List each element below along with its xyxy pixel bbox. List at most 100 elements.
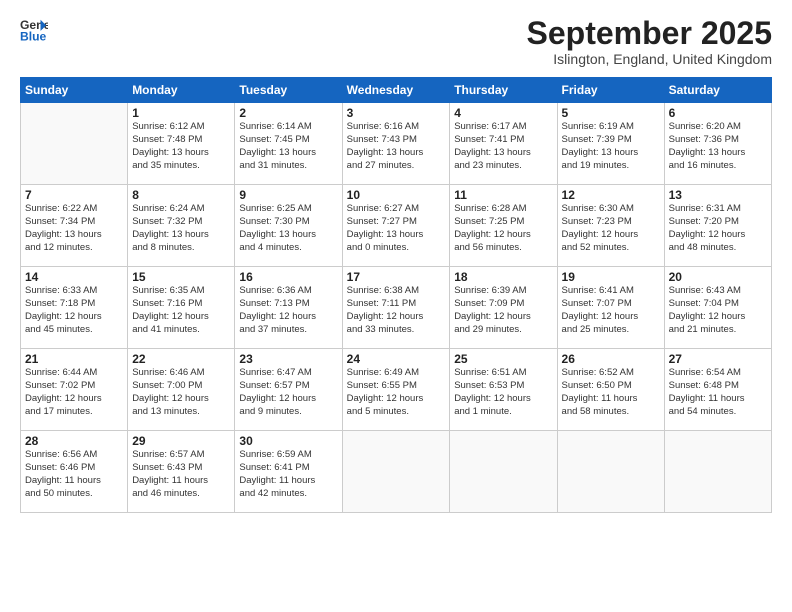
- logo: General Blue: [20, 16, 48, 44]
- day-info: Sunrise: 6:59 AM Sunset: 6:41 PM Dayligh…: [239, 449, 337, 500]
- day-number: 2: [239, 106, 337, 120]
- day-number: 3: [347, 106, 446, 120]
- table-row: 19Sunrise: 6:41 AM Sunset: 7:07 PM Dayli…: [557, 267, 664, 349]
- day-number: 10: [347, 188, 446, 202]
- day-info: Sunrise: 6:47 AM Sunset: 6:57 PM Dayligh…: [239, 367, 337, 418]
- calendar-header-row: Sunday Monday Tuesday Wednesday Thursday…: [21, 78, 772, 103]
- calendar-table: Sunday Monday Tuesday Wednesday Thursday…: [20, 77, 772, 513]
- day-info: Sunrise: 6:57 AM Sunset: 6:43 PM Dayligh…: [132, 449, 230, 500]
- day-info: Sunrise: 6:43 AM Sunset: 7:04 PM Dayligh…: [669, 285, 767, 336]
- day-number: 7: [25, 188, 123, 202]
- day-number: 1: [132, 106, 230, 120]
- calendar-week-4: 21Sunrise: 6:44 AM Sunset: 7:02 PM Dayli…: [21, 349, 772, 431]
- day-number: 28: [25, 434, 123, 448]
- day-number: 8: [132, 188, 230, 202]
- table-row: [21, 103, 128, 185]
- calendar-week-1: 1Sunrise: 6:12 AM Sunset: 7:48 PM Daylig…: [21, 103, 772, 185]
- table-row: 25Sunrise: 6:51 AM Sunset: 6:53 PM Dayli…: [450, 349, 557, 431]
- day-info: Sunrise: 6:24 AM Sunset: 7:32 PM Dayligh…: [132, 203, 230, 254]
- day-number: 19: [562, 270, 660, 284]
- day-number: 18: [454, 270, 552, 284]
- day-info: Sunrise: 6:30 AM Sunset: 7:23 PM Dayligh…: [562, 203, 660, 254]
- table-row: 22Sunrise: 6:46 AM Sunset: 7:00 PM Dayli…: [128, 349, 235, 431]
- logo-icon: General Blue: [20, 16, 48, 44]
- day-info: Sunrise: 6:19 AM Sunset: 7:39 PM Dayligh…: [562, 121, 660, 172]
- day-info: Sunrise: 6:16 AM Sunset: 7:43 PM Dayligh…: [347, 121, 446, 172]
- table-row: 1Sunrise: 6:12 AM Sunset: 7:48 PM Daylig…: [128, 103, 235, 185]
- table-row: [342, 431, 450, 513]
- day-info: Sunrise: 6:12 AM Sunset: 7:48 PM Dayligh…: [132, 121, 230, 172]
- day-number: 30: [239, 434, 337, 448]
- table-row: 15Sunrise: 6:35 AM Sunset: 7:16 PM Dayli…: [128, 267, 235, 349]
- day-number: 23: [239, 352, 337, 366]
- day-info: Sunrise: 6:27 AM Sunset: 7:27 PM Dayligh…: [347, 203, 446, 254]
- table-row: [557, 431, 664, 513]
- day-info: Sunrise: 6:14 AM Sunset: 7:45 PM Dayligh…: [239, 121, 337, 172]
- day-info: Sunrise: 6:36 AM Sunset: 7:13 PM Dayligh…: [239, 285, 337, 336]
- table-row: 26Sunrise: 6:52 AM Sunset: 6:50 PM Dayli…: [557, 349, 664, 431]
- day-number: 17: [347, 270, 446, 284]
- table-row: 13Sunrise: 6:31 AM Sunset: 7:20 PM Dayli…: [664, 185, 771, 267]
- table-row: [664, 431, 771, 513]
- day-info: Sunrise: 6:20 AM Sunset: 7:36 PM Dayligh…: [669, 121, 767, 172]
- table-row: 23Sunrise: 6:47 AM Sunset: 6:57 PM Dayli…: [235, 349, 342, 431]
- calendar-week-3: 14Sunrise: 6:33 AM Sunset: 7:18 PM Dayli…: [21, 267, 772, 349]
- day-info: Sunrise: 6:31 AM Sunset: 7:20 PM Dayligh…: [669, 203, 767, 254]
- day-number: 16: [239, 270, 337, 284]
- col-saturday: Saturday: [664, 78, 771, 103]
- day-number: 26: [562, 352, 660, 366]
- day-number: 13: [669, 188, 767, 202]
- day-number: 29: [132, 434, 230, 448]
- day-info: Sunrise: 6:22 AM Sunset: 7:34 PM Dayligh…: [25, 203, 123, 254]
- title-block: September 2025 Islington, England, Unite…: [527, 16, 772, 67]
- day-info: Sunrise: 6:49 AM Sunset: 6:55 PM Dayligh…: [347, 367, 446, 418]
- day-number: 22: [132, 352, 230, 366]
- table-row: 24Sunrise: 6:49 AM Sunset: 6:55 PM Dayli…: [342, 349, 450, 431]
- day-number: 5: [562, 106, 660, 120]
- table-row: 6Sunrise: 6:20 AM Sunset: 7:36 PM Daylig…: [664, 103, 771, 185]
- svg-text:Blue: Blue: [20, 29, 47, 43]
- day-info: Sunrise: 6:39 AM Sunset: 7:09 PM Dayligh…: [454, 285, 552, 336]
- table-row: 30Sunrise: 6:59 AM Sunset: 6:41 PM Dayli…: [235, 431, 342, 513]
- table-row: 14Sunrise: 6:33 AM Sunset: 7:18 PM Dayli…: [21, 267, 128, 349]
- table-row: 27Sunrise: 6:54 AM Sunset: 6:48 PM Dayli…: [664, 349, 771, 431]
- day-info: Sunrise: 6:41 AM Sunset: 7:07 PM Dayligh…: [562, 285, 660, 336]
- table-row: 20Sunrise: 6:43 AM Sunset: 7:04 PM Dayli…: [664, 267, 771, 349]
- col-tuesday: Tuesday: [235, 78, 342, 103]
- col-friday: Friday: [557, 78, 664, 103]
- day-number: 12: [562, 188, 660, 202]
- day-number: 24: [347, 352, 446, 366]
- day-info: Sunrise: 6:17 AM Sunset: 7:41 PM Dayligh…: [454, 121, 552, 172]
- table-row: 21Sunrise: 6:44 AM Sunset: 7:02 PM Dayli…: [21, 349, 128, 431]
- day-info: Sunrise: 6:44 AM Sunset: 7:02 PM Dayligh…: [25, 367, 123, 418]
- day-info: Sunrise: 6:54 AM Sunset: 6:48 PM Dayligh…: [669, 367, 767, 418]
- day-number: 6: [669, 106, 767, 120]
- day-number: 15: [132, 270, 230, 284]
- table-row: 11Sunrise: 6:28 AM Sunset: 7:25 PM Dayli…: [450, 185, 557, 267]
- day-number: 9: [239, 188, 337, 202]
- day-number: 27: [669, 352, 767, 366]
- day-info: Sunrise: 6:52 AM Sunset: 6:50 PM Dayligh…: [562, 367, 660, 418]
- table-row: 2Sunrise: 6:14 AM Sunset: 7:45 PM Daylig…: [235, 103, 342, 185]
- day-number: 21: [25, 352, 123, 366]
- col-monday: Monday: [128, 78, 235, 103]
- page-header: General Blue September 2025 Islington, E…: [20, 16, 772, 67]
- col-thursday: Thursday: [450, 78, 557, 103]
- calendar-week-5: 28Sunrise: 6:56 AM Sunset: 6:46 PM Dayli…: [21, 431, 772, 513]
- day-info: Sunrise: 6:46 AM Sunset: 7:00 PM Dayligh…: [132, 367, 230, 418]
- day-number: 4: [454, 106, 552, 120]
- table-row: 7Sunrise: 6:22 AM Sunset: 7:34 PM Daylig…: [21, 185, 128, 267]
- table-row: 17Sunrise: 6:38 AM Sunset: 7:11 PM Dayli…: [342, 267, 450, 349]
- day-info: Sunrise: 6:33 AM Sunset: 7:18 PM Dayligh…: [25, 285, 123, 336]
- day-number: 20: [669, 270, 767, 284]
- day-info: Sunrise: 6:38 AM Sunset: 7:11 PM Dayligh…: [347, 285, 446, 336]
- table-row: [450, 431, 557, 513]
- table-row: 12Sunrise: 6:30 AM Sunset: 7:23 PM Dayli…: [557, 185, 664, 267]
- table-row: 8Sunrise: 6:24 AM Sunset: 7:32 PM Daylig…: [128, 185, 235, 267]
- calendar-week-2: 7Sunrise: 6:22 AM Sunset: 7:34 PM Daylig…: [21, 185, 772, 267]
- day-number: 11: [454, 188, 552, 202]
- table-row: 28Sunrise: 6:56 AM Sunset: 6:46 PM Dayli…: [21, 431, 128, 513]
- table-row: 10Sunrise: 6:27 AM Sunset: 7:27 PM Dayli…: [342, 185, 450, 267]
- table-row: 4Sunrise: 6:17 AM Sunset: 7:41 PM Daylig…: [450, 103, 557, 185]
- col-sunday: Sunday: [21, 78, 128, 103]
